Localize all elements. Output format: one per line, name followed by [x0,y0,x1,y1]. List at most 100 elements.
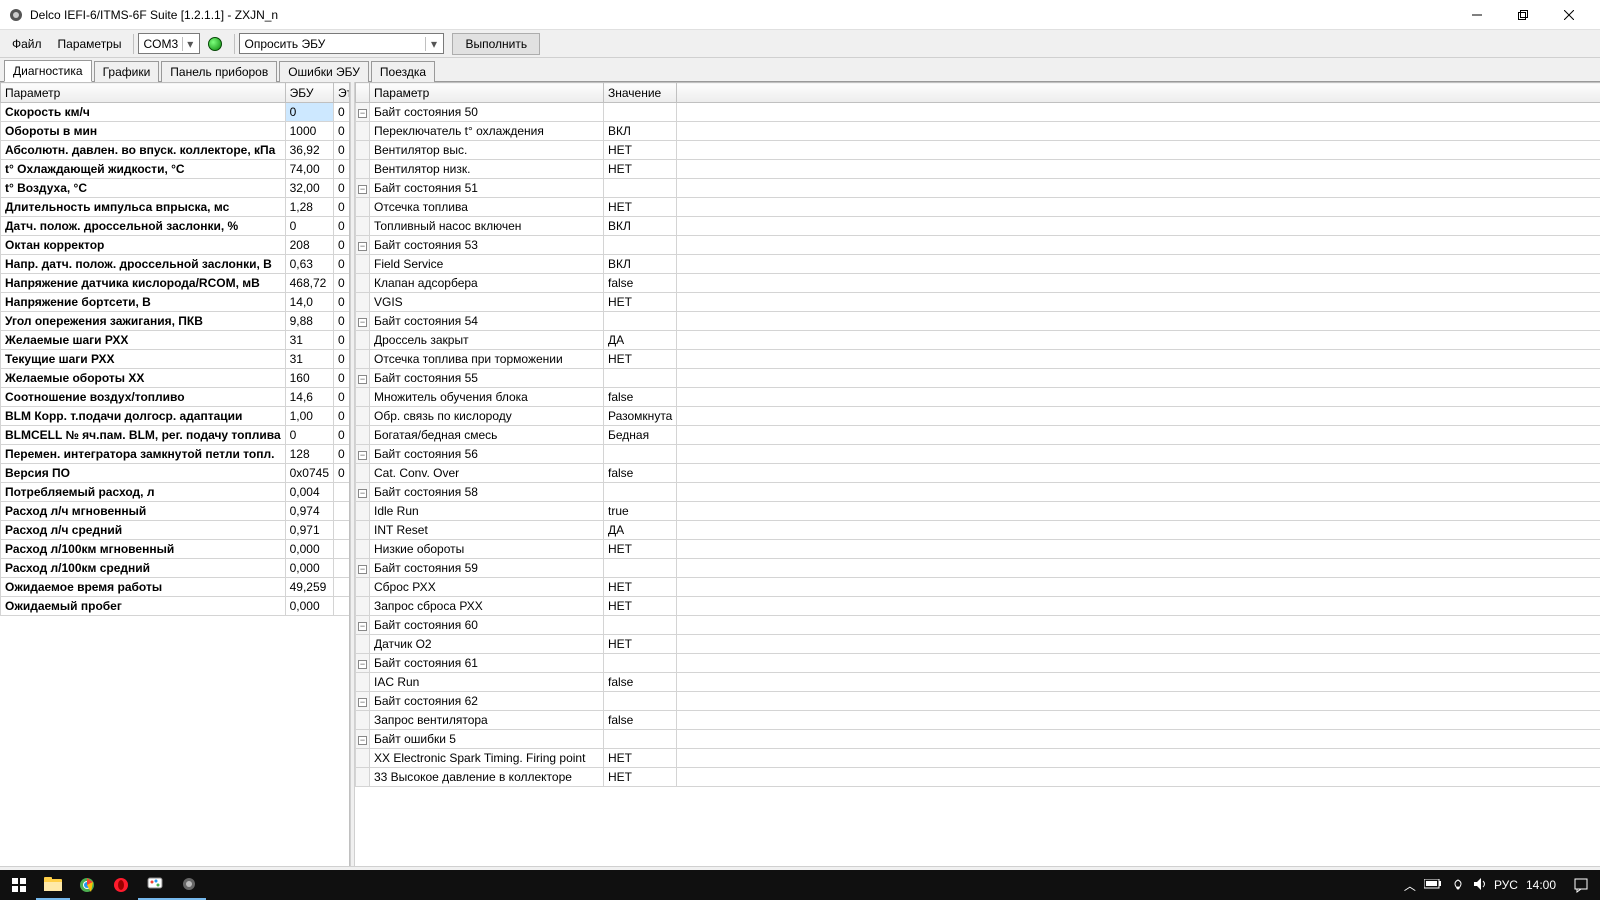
collapse-icon[interactable]: − [358,565,367,574]
group-row[interactable]: −Байт состояния 61 [356,654,1600,673]
col-param[interactable]: Параметр [370,83,604,103]
table-row[interactable]: Желаемые обороты ХХ1600 [1,369,351,388]
table-row[interactable]: INT ResetДА [356,521,1600,540]
status-pane-right[interactable]: Параметр Значение −Байт состояния 50Пере… [355,82,1600,866]
group-row[interactable]: −Байт состояния 50 [356,103,1600,122]
tab-dashboard[interactable]: Панель приборов [161,61,277,82]
table-row[interactable]: Ожидаемое время работы49,259 [1,578,351,597]
collapse-icon[interactable]: − [358,109,367,118]
tab-charts[interactable]: Графики [94,61,160,82]
tree-handle-cell[interactable]: − [356,616,370,635]
group-row[interactable]: −Байт состояния 59 [356,559,1600,578]
tab-diagnostics[interactable]: Диагностика [4,60,92,82]
col-ref[interactable]: Эталон [334,83,351,103]
collapse-icon[interactable]: − [358,185,367,194]
table-row[interactable]: Клапан адсорбераfalse [356,274,1600,293]
table-row[interactable]: BLMCELL № яч.пам. BLM, рег. подачу топли… [1,426,351,445]
taskbar-chrome-icon[interactable] [70,870,104,900]
table-row[interactable]: VGISНЕТ [356,293,1600,312]
notifications-icon[interactable] [1564,870,1598,900]
table-row[interactable]: Длительность импульса впрыска, мс1,280 [1,198,351,217]
collapse-icon[interactable]: − [358,451,367,460]
table-row[interactable]: Низкие оборотыНЕТ [356,540,1600,559]
table-row[interactable]: Расход л/100км мгновенный0,000 [1,540,351,559]
table-row[interactable]: Октан корректор2080 [1,236,351,255]
table-row[interactable]: Желаемые шаги РХХ310 [1,331,351,350]
tree-handle-cell[interactable]: − [356,692,370,711]
table-row[interactable]: Обороты в мин10000 [1,122,351,141]
menu-params[interactable]: Параметры [50,33,130,55]
tree-handle-cell[interactable]: − [356,730,370,749]
table-row[interactable]: Field ServiceВКЛ [356,255,1600,274]
tree-handle-cell[interactable]: − [356,483,370,502]
table-row[interactable]: Запрос сброса РХХНЕТ [356,597,1600,616]
table-row[interactable]: Cat. Conv. Overfalse [356,464,1600,483]
table-row[interactable]: Вентилятор выс.НЕТ [356,141,1600,160]
table-row[interactable]: Расход л/ч средний0,971 [1,521,351,540]
tree-handle-cell[interactable]: − [356,103,370,122]
table-row[interactable]: 33 Высокое давление в коллектореНЕТ [356,768,1600,787]
group-row[interactable]: −Байт состояния 56 [356,445,1600,464]
taskbar-paint-icon[interactable] [138,870,172,900]
table-row[interactable]: Датчик O2НЕТ [356,635,1600,654]
table-row[interactable]: Отсечка топливаНЕТ [356,198,1600,217]
tray-chevron-up-icon[interactable]: ︿ [1404,877,1416,894]
table-row[interactable]: Богатая/бедная смесьБедная [356,426,1600,445]
table-row[interactable]: Напряжение датчика кислорода/RCOM, мВ468… [1,274,351,293]
collapse-icon[interactable]: − [358,622,367,631]
group-row[interactable]: −Байт состояния 62 [356,692,1600,711]
tab-trip[interactable]: Поездка [371,61,435,82]
collapse-icon[interactable]: − [358,660,367,669]
table-row[interactable]: Версия ПО0x07450 [1,464,351,483]
table-row[interactable]: Текущие шаги РХХ310 [1,350,351,369]
table-row[interactable]: Скорость км/ч00 [1,103,351,122]
table-row[interactable]: Ожидаемый пробег0,000 [1,597,351,616]
tab-errors[interactable]: Ошибки ЭБУ [279,61,369,82]
table-row[interactable]: Idle Runtrue [356,502,1600,521]
table-row[interactable]: Перемен. интегратора замкнутой петли топ… [1,445,351,464]
group-row[interactable]: −Байт состояния 60 [356,616,1600,635]
table-row[interactable]: Соотношение воздух/топливо14,60 [1,388,351,407]
table-row[interactable]: t° Охлаждающей жидкости, °С74,000 [1,160,351,179]
com-port-combo[interactable]: COM3 ▾ [138,33,200,54]
group-row[interactable]: −Байт состояния 55 [356,369,1600,388]
close-button[interactable] [1546,0,1592,30]
table-row[interactable]: Напряжение бортсети, В14,00 [1,293,351,312]
taskbar-clock[interactable]: 14:00 [1518,878,1564,892]
collapse-icon[interactable]: − [358,698,367,707]
minimize-button[interactable] [1454,0,1500,30]
taskbar-explorer-icon[interactable] [36,870,70,900]
tree-handle-cell[interactable]: − [356,179,370,198]
table-row[interactable]: Дроссель закрытДА [356,331,1600,350]
table-row[interactable]: Запрос вентилятораfalse [356,711,1600,730]
battery-icon[interactable] [1424,878,1442,892]
table-row[interactable]: Обр. связь по кислородуРазомкнута [356,407,1600,426]
collapse-icon[interactable]: − [358,375,367,384]
table-row[interactable]: Отсечка топлива при торможенииНЕТ [356,350,1600,369]
system-tray[interactable]: ︿ [1398,877,1494,894]
col-value[interactable]: Значение [604,83,677,103]
tree-handle-cell[interactable]: − [356,312,370,331]
collapse-icon[interactable]: − [358,736,367,745]
table-row[interactable]: Расход л/100км средний0,000 [1,559,351,578]
group-row[interactable]: −Байт ошибки 5 [356,730,1600,749]
menu-file[interactable]: Файл [4,33,50,55]
group-row[interactable]: −Байт состояния 53 [356,236,1600,255]
tree-handle-cell[interactable]: − [356,369,370,388]
start-button[interactable] [2,870,36,900]
table-row[interactable]: t° Воздуха, °С32,000 [1,179,351,198]
table-row[interactable]: Расход л/ч мгновенный0,974 [1,502,351,521]
wifi-icon[interactable] [1450,878,1466,893]
table-row[interactable]: Угол опережения зажигания, ПКВ9,880 [1,312,351,331]
tree-handle-cell[interactable]: − [356,445,370,464]
table-row[interactable]: Вентилятор низк.НЕТ [356,160,1600,179]
col-param[interactable]: Параметр [1,83,286,103]
table-row[interactable]: Абсолютн. давлен. во впуск. коллекторе, … [1,141,351,160]
table-row[interactable]: Потребляемый расход, л0,004 [1,483,351,502]
table-row[interactable]: XX Electronic Spark Timing. Firing point… [356,749,1600,768]
table-row[interactable]: Топливный насос включенВКЛ [356,217,1600,236]
group-row[interactable]: −Байт состояния 58 [356,483,1600,502]
tree-handle-cell[interactable]: − [356,236,370,255]
maximize-button[interactable] [1500,0,1546,30]
collapse-icon[interactable]: − [358,489,367,498]
